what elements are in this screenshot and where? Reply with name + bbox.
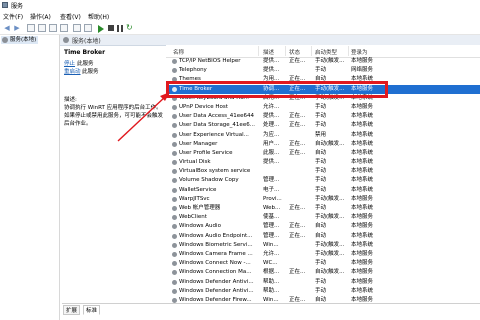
annotation-arrow (117, 92, 170, 142)
view-tabs: 扩展 标准 (62, 303, 480, 315)
tab-extended[interactable]: 扩展 (63, 305, 81, 315)
tab-standard[interactable]: 标准 (83, 305, 101, 315)
